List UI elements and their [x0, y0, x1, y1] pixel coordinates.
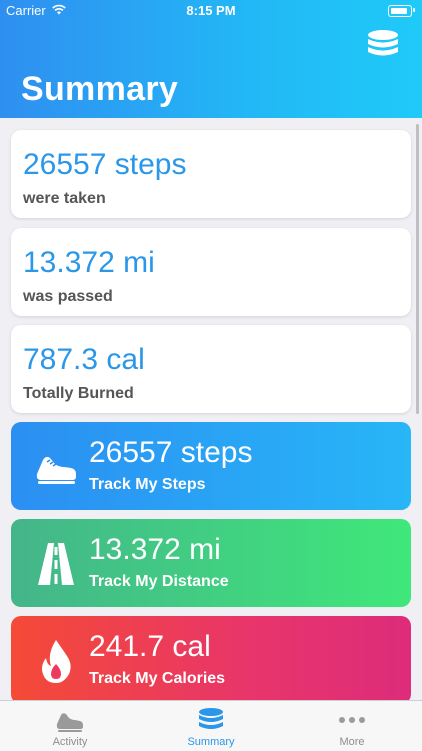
track-calories-value: 241.7 cal — [89, 630, 211, 663]
track-steps-value: 26557 steps — [89, 436, 253, 469]
tab-summary[interactable]: Summary — [141, 701, 281, 751]
steps-summary-card: 26557 steps were taken — [11, 130, 411, 218]
tab-activity[interactable]: Activity — [0, 701, 140, 751]
calories-value: 787.3 cal — [23, 343, 145, 376]
shoe-icon — [55, 707, 85, 733]
track-distance-button[interactable]: 13.372 mi Track My Distance — [11, 519, 411, 607]
tab-bar: Activity Summary More — [0, 700, 422, 751]
database-icon — [196, 707, 226, 733]
status-bar: Carrier 8:15 PM — [0, 0, 422, 22]
calories-caption: Totally Burned — [23, 385, 134, 402]
track-steps-button[interactable]: 26557 steps Track My Steps — [11, 422, 411, 510]
flame-icon — [33, 638, 79, 684]
calories-summary-card: 787.3 cal Totally Burned — [11, 325, 411, 413]
track-steps-label: Track My Steps — [89, 476, 206, 493]
shoe-icon — [33, 444, 79, 490]
road-icon — [33, 541, 79, 587]
navigation-header: Carrier 8:15 PM Summary — [0, 0, 422, 118]
tab-more[interactable]: More — [282, 701, 422, 751]
track-distance-value: 13.372 mi — [89, 533, 221, 566]
scroll-indicator[interactable] — [416, 124, 419, 414]
tab-more-label: More — [339, 736, 365, 748]
distance-summary-card: 13.372 mi was passed — [11, 228, 411, 316]
steps-value: 26557 steps — [23, 148, 187, 181]
battery-tip — [413, 8, 415, 12]
distance-caption: was passed — [23, 288, 113, 305]
track-calories-label: Track My Calories — [89, 670, 226, 687]
tab-activity-label: Activity — [52, 736, 88, 748]
tab-summary-label: Summary — [187, 736, 235, 748]
page-title: Summary — [21, 70, 179, 108]
summary-scroll-view[interactable]: 26557 steps were taken 13.372 mi was pas… — [0, 118, 422, 700]
database-icon — [368, 30, 398, 56]
battery-icon — [388, 5, 412, 17]
status-time: 8:15 PM — [186, 3, 236, 18]
database-button[interactable] — [366, 28, 400, 62]
distance-value: 13.372 mi — [23, 246, 155, 279]
track-distance-label: Track My Distance — [89, 573, 229, 590]
steps-caption: were taken — [23, 190, 106, 207]
more-dots-icon — [337, 707, 367, 733]
track-calories-button[interactable]: 241.7 cal Track My Calories — [11, 616, 411, 700]
